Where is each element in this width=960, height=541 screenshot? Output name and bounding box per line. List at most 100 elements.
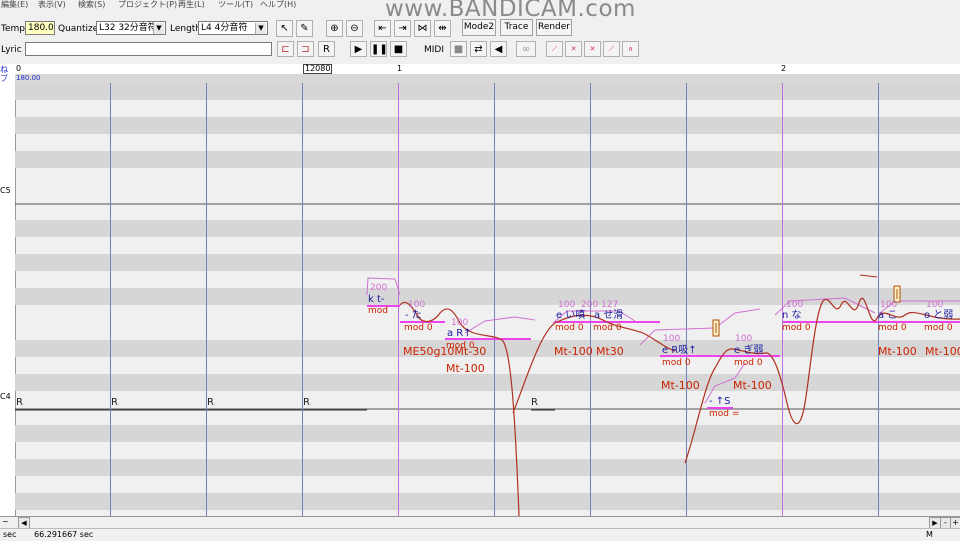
menu-playback[interactable]: 再生(L) (178, 0, 205, 9)
rest-label: R (207, 397, 214, 408)
status-bar: sec 66.291667 sec M (0, 528, 960, 541)
note-lyric[interactable]: e い嗔 (556, 308, 585, 321)
note-lyric[interactable]: a こ (878, 310, 897, 321)
note-lyric[interactable]: e R吸↑ (662, 345, 697, 356)
piano-keyboard[interactable]: ね ブ C5 C4 (0, 64, 16, 516)
note-flag: Mt-100 (446, 362, 485, 375)
stop-icon[interactable]: ■ (390, 41, 407, 57)
track-icon-2: ブ (0, 74, 8, 83)
arrow-select-icon[interactable]: ↖ (276, 20, 293, 37)
note-flag: Mt-100 (878, 345, 917, 358)
note-mod: mod 0 (593, 323, 622, 333)
note-mod: mod = (709, 409, 739, 419)
grid-rows (15, 83, 960, 510)
ruler-measure-2: 2 (781, 64, 787, 73)
note-flag: Mt30 (596, 345, 624, 358)
menu-project[interactable]: プロジェクト(P) (118, 0, 177, 9)
note-flag: Mt-100 (661, 379, 700, 392)
note-lyric[interactable]: a せ滑 (594, 309, 623, 321)
midi-record-icon[interactable]: ■ (450, 41, 467, 57)
ruler-start: 0 (16, 64, 22, 73)
length-select[interactable]: L4 4分音符 ▼ (198, 21, 268, 35)
env-icon-e[interactable]: ∧ (622, 41, 639, 57)
move-right-icon[interactable]: ⇥ (394, 20, 411, 37)
key-label-c4: C4 (0, 392, 11, 401)
insert-rest-icon[interactable]: R (318, 41, 335, 57)
wave-icon[interactable]: ~ (2, 517, 9, 526)
note-lyric[interactable]: - ↑S (709, 396, 731, 407)
menu-view[interactable]: 表示(V) (38, 0, 66, 9)
trace-button[interactable]: Trace (500, 19, 533, 36)
rest-label: R (111, 397, 118, 408)
move-left-icon[interactable]: ⇤ (374, 20, 391, 37)
note-velocity: 100 (735, 334, 752, 344)
env-icon-b[interactable]: ✕ (565, 41, 582, 57)
env-icon-c[interactable]: ✕ (584, 41, 601, 57)
play-icon[interactable]: ▶ (350, 41, 367, 57)
quantize-select[interactable]: L32 32分音符 ▼ (96, 21, 166, 35)
note-flag: Mt-100 (554, 345, 593, 358)
pencil-icon[interactable]: ✎ (296, 20, 313, 37)
mode2-button[interactable]: Mode2 (462, 19, 496, 36)
note-velocity: 100 (786, 300, 803, 310)
menu-edit[interactable]: 編集(E) (1, 0, 28, 9)
piano-roll[interactable]: R R R R R 200 100 100 100 200 127 100 10… (15, 83, 960, 516)
render-button[interactable]: Render (536, 19, 572, 36)
key-label-c5: C5 (0, 186, 11, 195)
menu-help[interactable]: ヘルプ(H) (260, 0, 296, 9)
note-mod: mod 0 (662, 358, 691, 368)
chevron-down-icon: ▼ (153, 23, 164, 34)
length-value: L4 4分音符 (201, 23, 248, 33)
note-lyric[interactable]: a R↑ (447, 328, 472, 339)
note-mod: mod 0 (404, 323, 433, 333)
env-icon-d[interactable]: ⟋ (603, 41, 620, 57)
note-lyric[interactable]: e ぎ弱 (734, 343, 763, 356)
zoom-out-icon[interactable]: ⊖ (346, 20, 363, 37)
lyric-label: Lyric (1, 45, 22, 55)
tempo-input[interactable]: 180.0 (25, 21, 55, 35)
lyric-input[interactable] (25, 42, 272, 56)
zoom-in-icon[interactable]: ⊕ (326, 20, 343, 37)
pause-icon[interactable]: ❚❚ (370, 41, 388, 57)
playhead-position[interactable]: 12080 (303, 64, 333, 74)
shrink-icon[interactable]: ⋈ (414, 20, 431, 37)
note-velocity: 200 127 (581, 300, 618, 310)
note-mod: mod 0 (878, 323, 907, 333)
note-mod: mod (368, 306, 388, 316)
tool-icon-b[interactable]: ⊐ (297, 41, 314, 57)
note-lyric[interactable]: n な (782, 309, 802, 321)
tempo-marker: 180.00 (16, 74, 41, 82)
pitch-curve-top (859, 274, 878, 278)
note-mod: mod 0 (782, 323, 811, 333)
status-time: 66.291667 sec (34, 530, 94, 539)
status-unit: sec (3, 530, 17, 539)
length-label: Length (170, 24, 202, 34)
ruler-measure-1: 1 (397, 64, 403, 73)
note-lyric[interactable]: - た (405, 309, 422, 321)
note-flag: Mt-100 (925, 345, 960, 358)
midi-step-icon[interactable]: ⇄ (470, 41, 487, 57)
note-velocity: 100 (558, 300, 575, 310)
expand-icon[interactable]: ⇹ (434, 20, 451, 37)
note-lyric[interactable]: k t- (368, 294, 385, 305)
note-velocity: 100 (926, 300, 943, 310)
menu-tools[interactable]: ツール(T) (218, 0, 253, 9)
note-velocity: 100 (408, 300, 425, 310)
menu-search[interactable]: 検索(S) (78, 0, 105, 9)
tool-icon-a[interactable]: ⊏ (277, 41, 294, 57)
speaker-icon[interactable]: ◀ (490, 41, 507, 57)
note-mod: mod 0 (734, 358, 763, 368)
loop-icon[interactable]: ∞ (516, 41, 536, 57)
rest-labels: R R R R R (16, 397, 538, 408)
piano-roll-canvas[interactable]: R R R R R 200 100 100 100 200 127 100 10… (15, 83, 960, 516)
note-mod: mod 0 (924, 323, 953, 333)
chevron-down-icon: ▼ (255, 23, 266, 34)
note-lyric[interactable]: o と弱 (924, 309, 953, 321)
note-velocity: 100 (880, 300, 897, 310)
note-velocity: 100 (663, 334, 680, 344)
env-icon-a[interactable]: ⟋ (546, 41, 563, 57)
note-flag: ME50g10Mt-30 (403, 345, 486, 358)
rest-label: R (531, 397, 538, 408)
note-mod: mod 0 (555, 323, 584, 333)
midi-label: MIDI (424, 45, 445, 55)
